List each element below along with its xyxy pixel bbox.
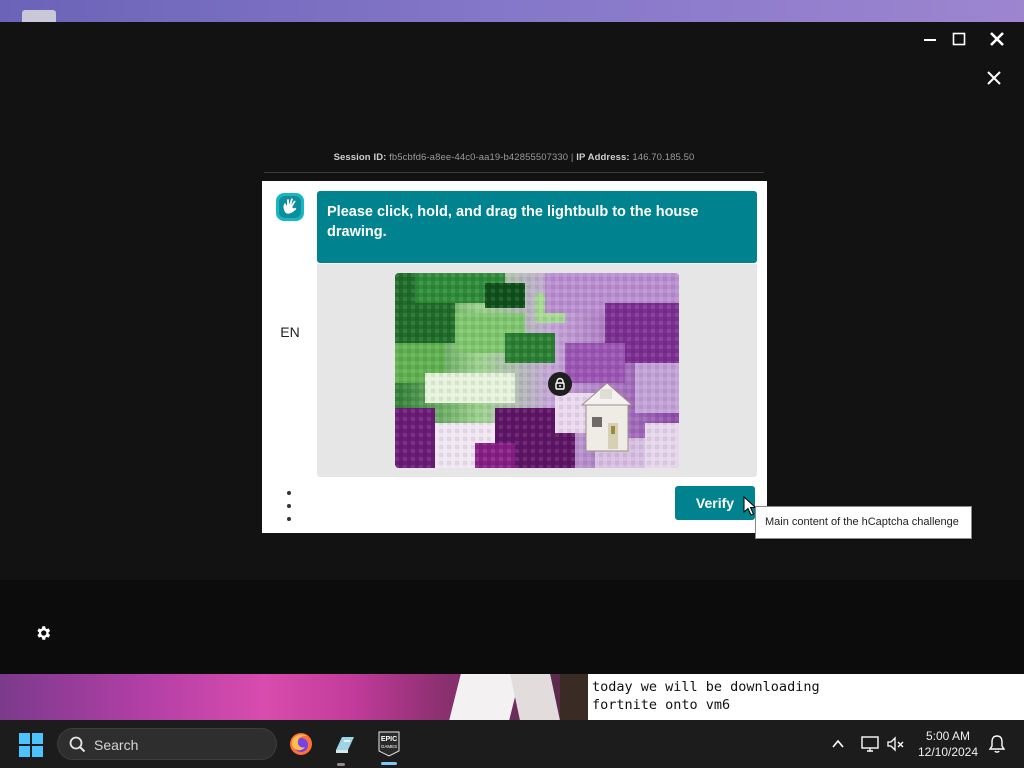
minimize-button[interactable] [916,28,944,50]
stream-caption-line: fortnite onto vm6 [592,697,731,713]
svg-text:EPIC: EPIC [381,736,397,743]
session-info: Session ID: fb5cbfd6-a8ee-44c0-aa19-b428… [264,152,764,163]
clock-time: 5:00 AM [925,729,971,743]
stream-caption-line: today we will be downloading [592,679,820,695]
maximize-button[interactable] [945,28,973,50]
lock-icon [555,377,565,390]
volume-muted-icon[interactable] [886,734,906,754]
taskbar: Search EPIC GAMES 5:00 AM 12/10/2024 [0,720,1024,768]
window-close-button[interactable] [983,28,1011,50]
session-separator: | [570,152,574,163]
challenge-prompt: Please click, hold, and drag the lightbu… [317,191,757,263]
stream-caption: today we will be downloading fortnite on… [588,674,1024,720]
stream-overlay-image [0,674,588,720]
lightbulb-drag-handle[interactable] [548,372,572,396]
windows-logo-icon [19,733,43,757]
challenge-area [317,264,757,477]
svg-text:GAMES: GAMES [381,744,397,749]
menu-dots-icon[interactable] [284,491,294,521]
session-id-label: Session ID: [333,152,387,163]
running-indicator [381,762,397,765]
running-indicator [337,763,345,766]
minimize-icon [924,39,936,41]
drive-icon[interactable] [333,732,357,756]
chevron-up-icon[interactable] [830,736,846,752]
session-id-value: fb5cbfd6-a8ee-44c0-aa19-b42855507330 [389,152,569,163]
desktop-icon[interactable] [22,10,56,22]
epic-games-icon[interactable]: EPIC GAMES [378,731,400,757]
ip-address-label: IP Address: [576,152,630,163]
taskbar-search[interactable]: Search [57,728,277,760]
language-selector[interactable]: EN [276,324,304,342]
firefox-icon[interactable] [289,732,313,756]
challenge-close-button[interactable] [982,66,1006,90]
maximize-icon [952,32,966,46]
clock-date: 12/10/2024 [917,745,979,759]
close-icon [990,32,1004,46]
verify-button[interactable]: Verify [675,486,755,520]
search-icon [69,736,86,753]
search-label: Search [94,737,139,753]
hcaptcha-challenge: EN Please click, hold, and drag the ligh… [262,181,767,533]
divider [264,172,764,173]
start-button[interactable] [18,732,44,758]
tooltip: Main content of the hCaptcha challenge [755,506,972,539]
notification-bell-icon[interactable] [988,734,1006,754]
desktop-wallpaper [0,0,1024,22]
ip-address-value: 146.70.185.50 [632,152,695,163]
network-icon[interactable] [860,734,880,754]
settings-gear-icon[interactable] [34,624,52,642]
close-icon [987,71,1001,85]
taskbar-clock[interactable]: 5:00 AM 12/10/2024 [916,728,980,760]
challenge-image[interactable] [395,273,679,468]
bottom-band [0,580,1024,674]
hcaptcha-logo-icon [274,191,306,223]
